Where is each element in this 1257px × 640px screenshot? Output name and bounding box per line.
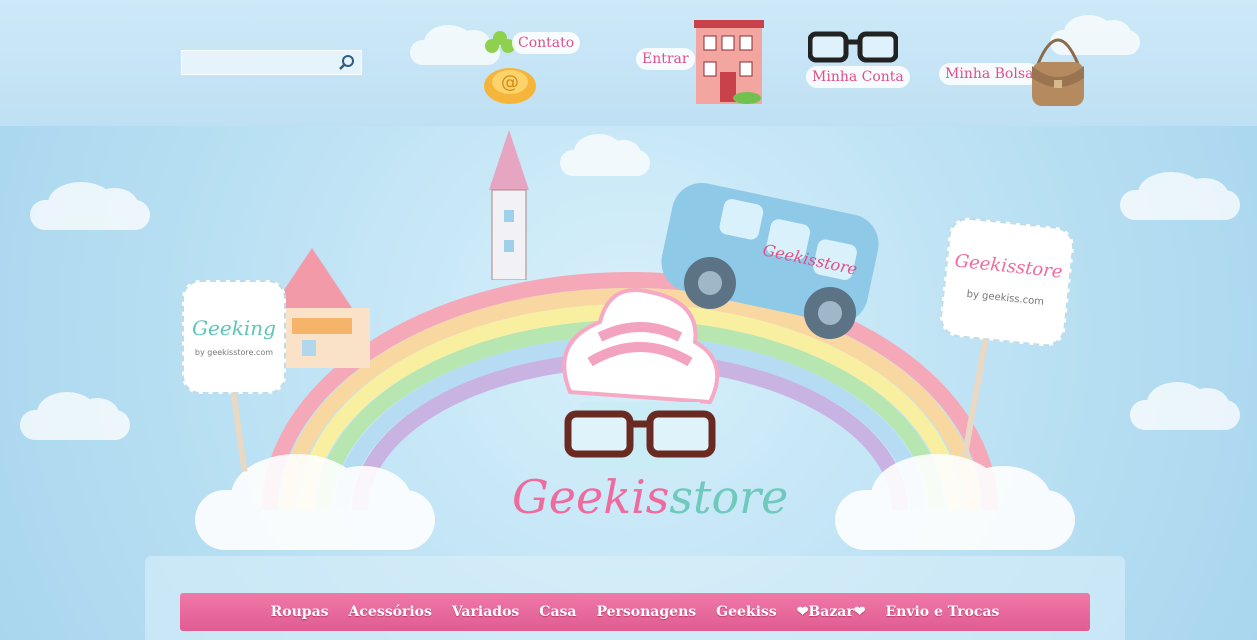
nav-item-geekiss[interactable]: Geekiss: [706, 604, 787, 620]
cloud-decoration: [835, 454, 1075, 550]
cloud-decoration: [1120, 172, 1240, 220]
glasses-icon[interactable]: [808, 30, 898, 66]
cloud-decoration: [30, 182, 150, 230]
geekisstore-sign: Geekisstore by geekiss.com: [938, 215, 1076, 349]
minha-bolsa-link[interactable]: Minha Bolsa: [939, 63, 1040, 85]
cloud-decoration: [20, 392, 130, 440]
entrar-link[interactable]: Entrar: [636, 48, 695, 70]
site-logo[interactable]: Geekisstore: [512, 470, 788, 524]
minha-conta-link[interactable]: Minha Conta: [806, 66, 910, 88]
bag-icon[interactable]: [1028, 26, 1088, 110]
search-box: [181, 50, 362, 75]
cloud-decoration: [195, 454, 435, 550]
nav-item-envio-trocas[interactable]: Envio e Trocas: [875, 604, 1009, 620]
main-nav: Roupas Acessórios Variados Casa Personag…: [180, 593, 1090, 631]
geekisstore-sign-title: Geekisstore: [953, 250, 1064, 283]
cloud-decoration: [560, 134, 650, 176]
search-input[interactable]: [182, 51, 344, 74]
mascot-illustration: [562, 288, 720, 472]
nav-item-acessorios[interactable]: Acessórios: [339, 604, 442, 620]
svg-text:@: @: [501, 72, 519, 93]
cloud-decoration: [1130, 382, 1240, 430]
nav-item-roupas[interactable]: Roupas: [261, 604, 339, 620]
logo-text-store: store: [669, 470, 789, 524]
search-icon[interactable]: [337, 53, 357, 73]
geeking-sign-sub: by geekisstore.com: [194, 348, 274, 357]
nav-item-bazar[interactable]: ❤Bazar❤: [787, 604, 876, 620]
contato-link[interactable]: Contato: [512, 32, 581, 54]
nav-item-casa[interactable]: Casa: [529, 604, 586, 620]
logo-text-geekis: Geekis: [512, 470, 670, 524]
geeking-sign-title: Geeking: [192, 316, 276, 340]
house-icon[interactable]: [692, 18, 766, 108]
tower-illustration: [489, 130, 529, 280]
nav-item-personagens[interactable]: Personagens: [586, 604, 706, 620]
geekisstore-sign-sub: by geekiss.com: [966, 288, 1045, 308]
nav-item-variados[interactable]: Variados: [442, 604, 529, 620]
house-striped-illustration: [272, 248, 370, 368]
geeking-sign: Geeking by geekisstore.com: [182, 280, 286, 394]
